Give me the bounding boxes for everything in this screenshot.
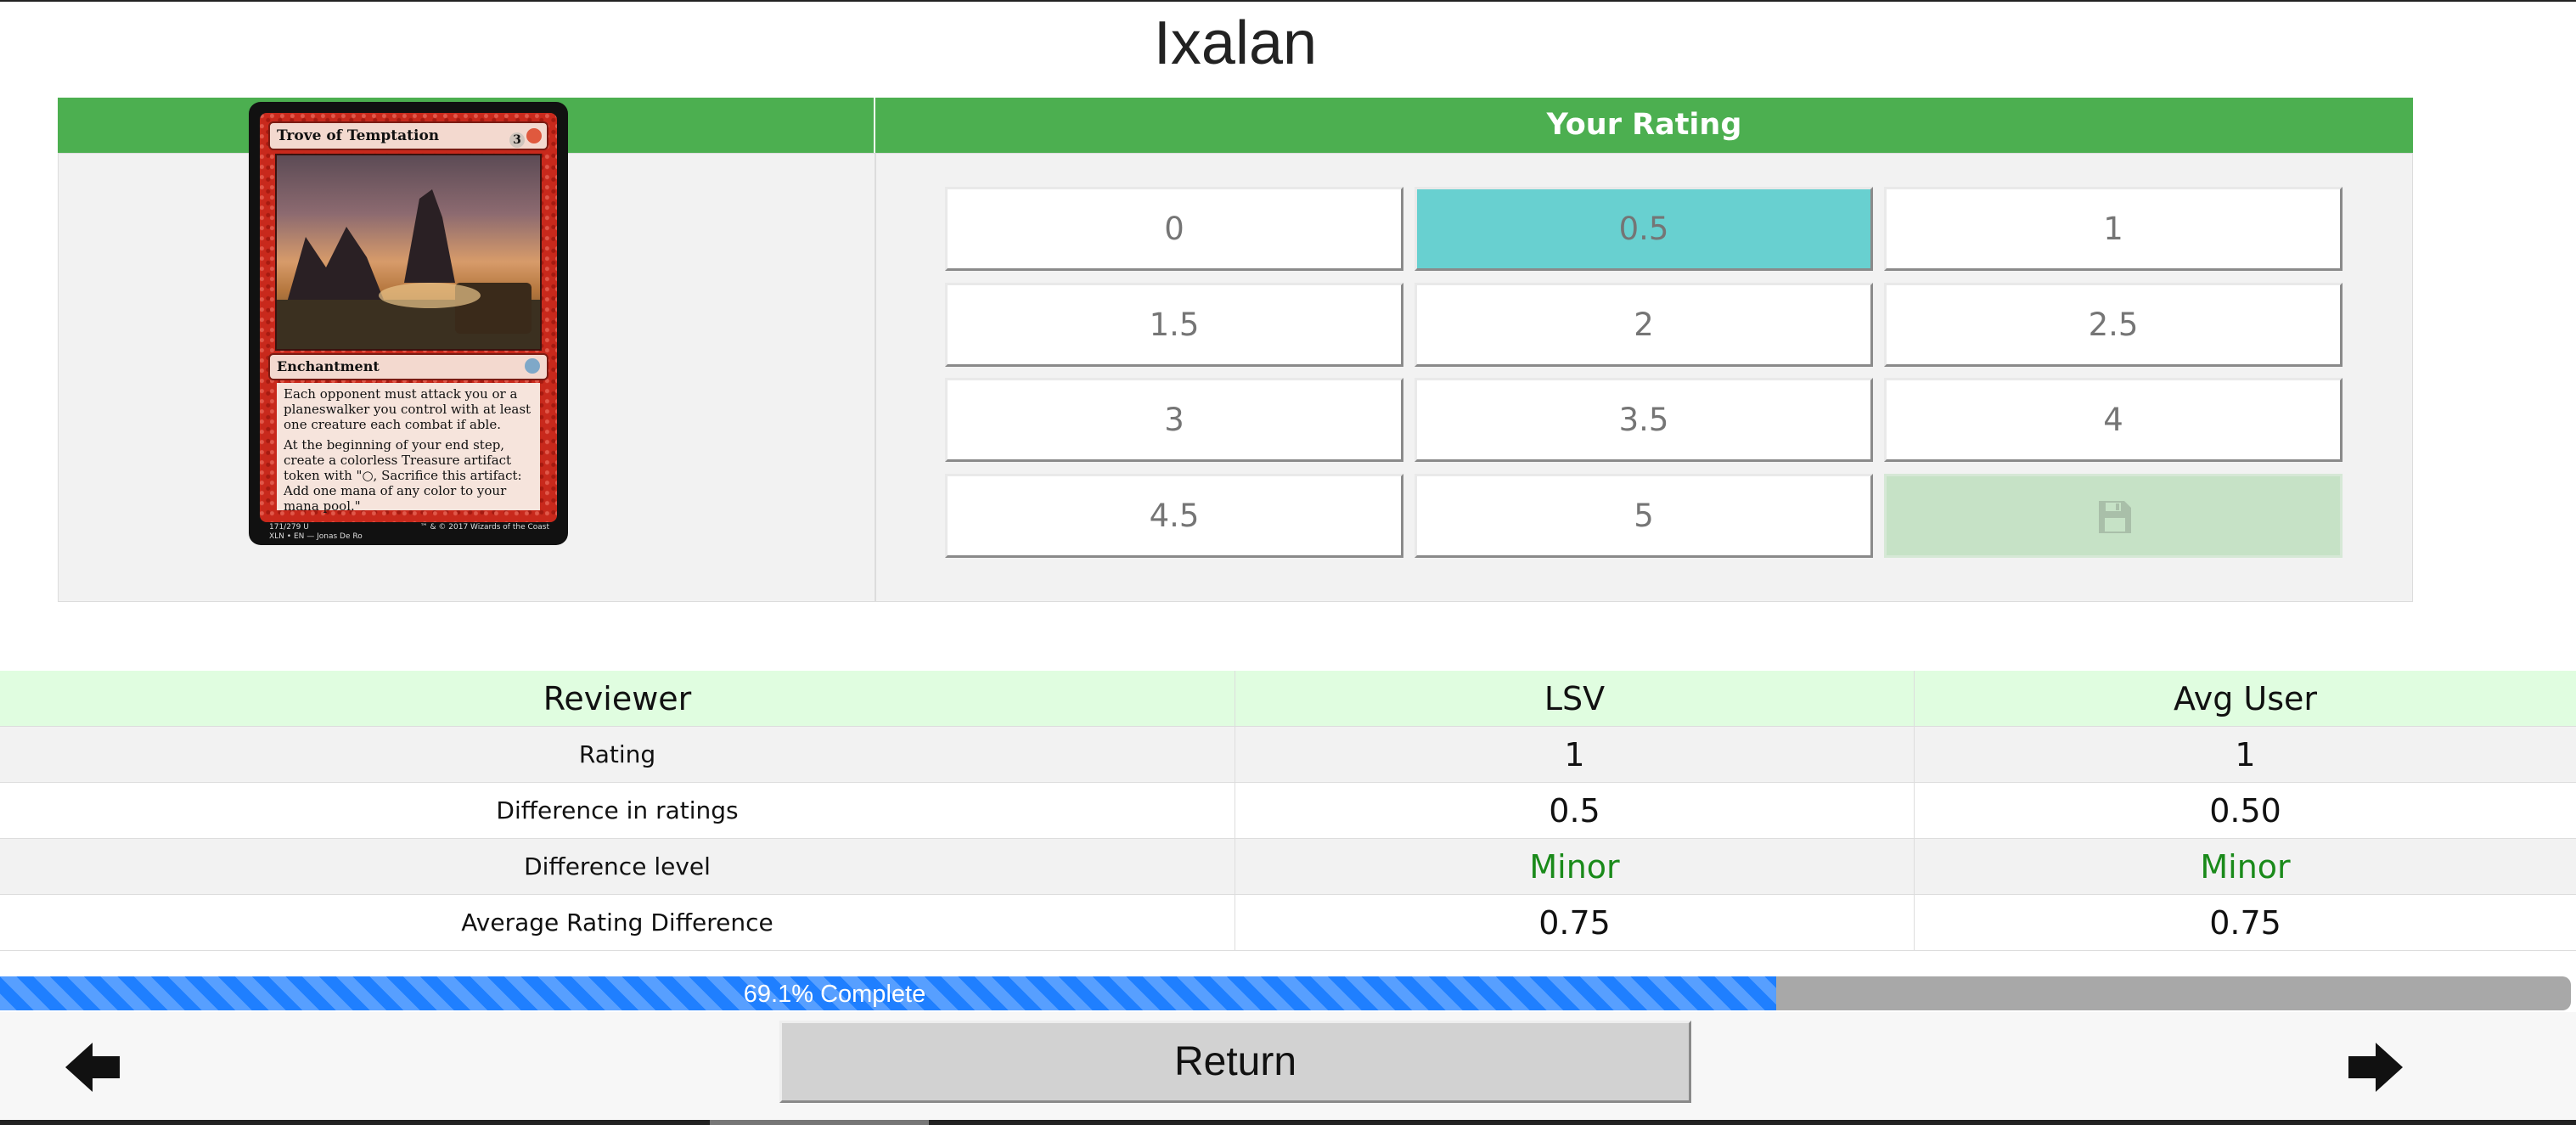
rules-paragraph: At the beginning of your end step, creat…	[284, 437, 522, 514]
rating-option-button[interactable]: 4.5	[945, 474, 1403, 558]
avg-value: 0.75	[2209, 904, 2281, 942]
rating-option-button[interactable]: 1.5	[945, 283, 1403, 367]
lsv-value: 1	[1235, 727, 1915, 782]
progress-label: 69.1% Complete	[743, 981, 926, 1008]
mana-cost: 3	[508, 127, 542, 153]
card-frame: Trove of Temptation 3 Enchantment Each o…	[260, 113, 557, 522]
save-button[interactable]	[1884, 474, 2343, 558]
rating-column-header: Your Rating	[875, 98, 2413, 153]
arrow-left-icon[interactable]	[64, 1039, 123, 1095]
collector-number: 171/279 U	[269, 523, 309, 532]
card-name: Trove of Temptation	[277, 127, 440, 144]
rating-option-button[interactable]: 5	[1415, 474, 1873, 558]
avg-value: 0.50	[2209, 792, 2281, 830]
arrow-right-icon[interactable]	[2345, 1039, 2404, 1095]
rating-option-button[interactable]: 3	[945, 378, 1403, 462]
bottom-border	[0, 1120, 2576, 1125]
top-border	[0, 0, 2576, 2]
avg-user-header: Avg User	[2173, 680, 2318, 717]
card-image: Trove of Temptation 3 Enchantment Each o…	[249, 102, 568, 545]
rating-option-button[interactable]: 0	[945, 187, 1403, 271]
floppy-disk-icon	[2099, 501, 2131, 533]
rating-option-button[interactable]: 2.5	[1884, 283, 2343, 367]
rating-option-button[interactable]: 0.5	[1415, 187, 1873, 271]
rating-option-button[interactable]: 2	[1415, 283, 1873, 367]
footer-nav: Return	[0, 1012, 2576, 1125]
card-name-bar: Trove of Temptation 3	[268, 121, 548, 150]
progress-bar: 69.1% Complete	[0, 976, 2571, 1010]
set-symbol-icon	[525, 358, 540, 374]
rating-option-button[interactable]: 4	[1884, 378, 2343, 462]
set-artist: XLN • EN — Jonas De Ro	[269, 532, 363, 541]
generic-mana-symbol: 3	[509, 132, 525, 148]
card-footer: 171/279 U ™ & © 2017 Wizards of the Coas…	[269, 523, 549, 542]
reviewer-header: Reviewer	[0, 671, 1235, 726]
lsv-header: LSV	[1235, 671, 1915, 726]
page-title: Ixalan	[1153, 9, 1318, 77]
avg-value: Minor	[2200, 848, 2291, 886]
rules-paragraph: Each opponent must attack you or a plane…	[284, 386, 532, 432]
card-art	[275, 154, 542, 351]
progress-fill: 69.1% Complete	[0, 976, 1776, 1010]
rating-option-button[interactable]: 3.5	[1415, 378, 1873, 462]
row-label: Rating	[0, 727, 1235, 782]
lsv-value: 0.75	[1235, 895, 1915, 950]
comparison-header-row: Reviewer LSV Avg User	[0, 671, 2576, 727]
return-button[interactable]: Return	[779, 1021, 1691, 1103]
card-type-bar: Enchantment	[268, 353, 548, 380]
row-label: Difference level	[0, 839, 1235, 894]
lsv-value: Minor	[1235, 839, 1915, 894]
table-row: Rating 1 1	[0, 727, 2576, 783]
card-rules-text: Each opponent must attack you or a plane…	[277, 383, 540, 514]
table-row: Difference level Minor Minor	[0, 839, 2576, 895]
table-row: Difference in ratings 0.5 0.50	[0, 783, 2576, 839]
row-label: Average Rating Difference	[0, 895, 1235, 950]
table-row: Average Rating Difference 0.75 0.75	[0, 895, 2576, 951]
row-label: Difference in ratings	[0, 783, 1235, 838]
lsv-value: 0.5	[1235, 783, 1915, 838]
copyright: ™ & © 2017 Wizards of the Coast	[419, 523, 549, 532]
rating-option-button[interactable]: 1	[1884, 187, 2343, 271]
red-mana-icon	[526, 128, 542, 143]
card-type: Enchantment	[277, 358, 380, 374]
avg-value: 1	[2235, 736, 2256, 773]
